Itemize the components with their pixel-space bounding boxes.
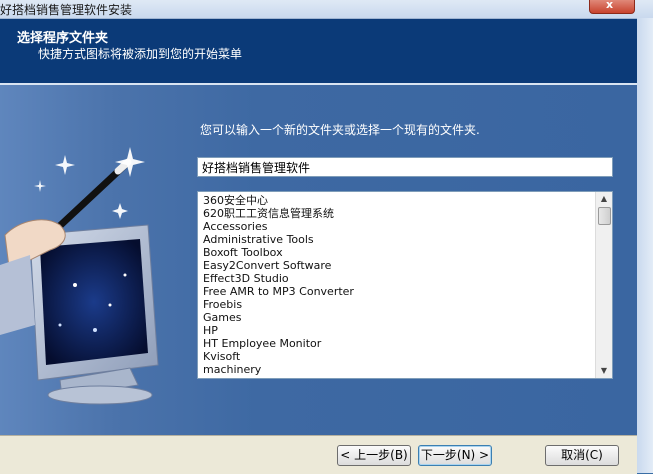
- list-item[interactable]: machinery: [203, 363, 591, 376]
- scroll-down-icon[interactable]: ▼: [596, 364, 612, 378]
- wizard-illustration: [0, 147, 159, 405]
- list-item[interactable]: HP: [203, 324, 591, 337]
- window-title: 好搭档销售管理软件安装: [0, 3, 133, 17]
- page-subtitle: 快捷方式图标将被添加到您的开始菜单: [38, 47, 243, 61]
- scroll-thumb[interactable]: [598, 207, 611, 225]
- button-bar: < 上一步(B) 下一步(N) > 取消(C): [0, 435, 637, 474]
- back-button[interactable]: < 上一步(B): [337, 445, 411, 466]
- list-item[interactable]: Games: [203, 311, 591, 324]
- page-title: 选择程序文件夹: [17, 31, 109, 46]
- next-button[interactable]: 下一步(N) >: [418, 445, 492, 466]
- list-item[interactable]: Free AMR to MP3 Converter: [203, 285, 591, 298]
- window-frame-right: [636, 18, 653, 473]
- list-item[interactable]: HT Employee Monitor: [203, 337, 591, 350]
- list-item[interactable]: Kvisoft: [203, 350, 591, 363]
- list-item[interactable]: Accessories: [203, 220, 591, 233]
- close-button[interactable]: x: [589, 0, 635, 14]
- title-bar: 好搭档销售管理软件安装 x: [0, 0, 653, 19]
- list-item[interactable]: Administrative Tools: [203, 233, 591, 246]
- program-folder-input[interactable]: [197, 157, 613, 177]
- existing-folders-list[interactable]: 360安全中心 620职工工资信息管理系统 Accessories Administr…: [197, 191, 613, 379]
- cancel-button[interactable]: 取消(C): [545, 445, 619, 466]
- list-item[interactable]: 620职工工资信息管理系统: [203, 207, 591, 220]
- list-item[interactable]: 360安全中心: [203, 194, 591, 207]
- list-item[interactable]: Froebis: [203, 298, 591, 311]
- header-panel: 选择程序文件夹 快捷方式图标将被添加到您的开始菜单: [0, 19, 637, 85]
- main-panel: 您可以输入一个新的文件夹或选择一个现有的文件夹. 360安全中心620职工工资信…: [0, 85, 637, 435]
- list-item[interactable]: Easy2Convert Software: [203, 259, 591, 272]
- close-icon: x: [606, 0, 614, 11]
- list-item[interactable]: Boxoft Toolbox: [203, 246, 591, 259]
- folder-prompt: 您可以输入一个新的文件夹或选择一个现有的文件夹.: [200, 123, 480, 137]
- scroll-up-icon[interactable]: ▲: [596, 192, 612, 206]
- vertical-scrollbar[interactable]: ▲ ▼: [595, 192, 612, 378]
- list-item[interactable]: Effect3D Studio: [203, 272, 591, 285]
- folder-list-items: 360安全中心 620职工工资信息管理系统 Accessories Administr…: [203, 194, 591, 376]
- monitor-icon: [29, 224, 159, 405]
